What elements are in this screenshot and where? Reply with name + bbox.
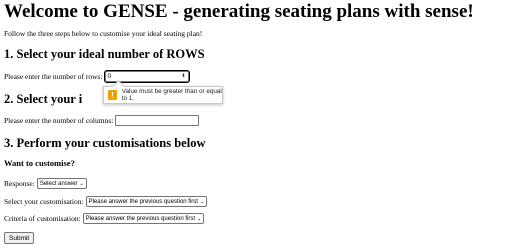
response-label: Response: (4, 179, 35, 188)
criteria-select[interactable]: Please answer the previous question firs… (82, 213, 205, 224)
customisation-select[interactable]: Please answer the previous question firs… (85, 196, 208, 207)
rows-row: Please enter the number of rows: 0 ⬍ (4, 70, 190, 83)
columns-row: Please enter the number of columns: (4, 115, 200, 126)
criteria-row: Criteria of customisation: Please answer… (4, 213, 205, 224)
response-select[interactable]: Select answer ⌄ (36, 178, 87, 189)
customisation-label: Select your customisation: (4, 197, 84, 206)
customisation-row: Select your customisation: Please answer… (4, 196, 208, 207)
validation-message: Value must be greater than or equal to 1… (121, 88, 222, 102)
warning-icon: ! (108, 90, 117, 100)
step3-heading: 3. Perform your customisations below (4, 136, 206, 150)
columns-input[interactable] (115, 115, 200, 126)
response-row: Response: Select answer ⌄ (4, 178, 87, 189)
rows-label: Please enter the number of rows: (4, 72, 103, 81)
spinner-icon[interactable]: ⬍ (181, 74, 185, 79)
rows-value: 0 (107, 73, 112, 80)
customise-subheading: Want to customise? (4, 158, 75, 168)
page-title: Welcome to GENSE - generating seating pl… (4, 1, 474, 22)
columns-label: Please enter the number of columns: (4, 116, 114, 125)
submit-button[interactable]: Submit (4, 232, 35, 244)
chevron-down-icon: ⌄ (199, 198, 205, 205)
step2-heading: 2. Select your i (4, 92, 83, 106)
chevron-down-icon: ⌄ (197, 215, 202, 222)
intro-text: Follow the three steps below to customis… (4, 29, 203, 38)
criteria-label: Criteria of customisation: (4, 214, 81, 223)
step1-heading: 1. Select your ideal number of ROWS (4, 47, 205, 61)
chevron-down-icon: ⌄ (79, 180, 84, 187)
validation-tooltip: ! Value must be greater than or equal to… (103, 86, 223, 104)
